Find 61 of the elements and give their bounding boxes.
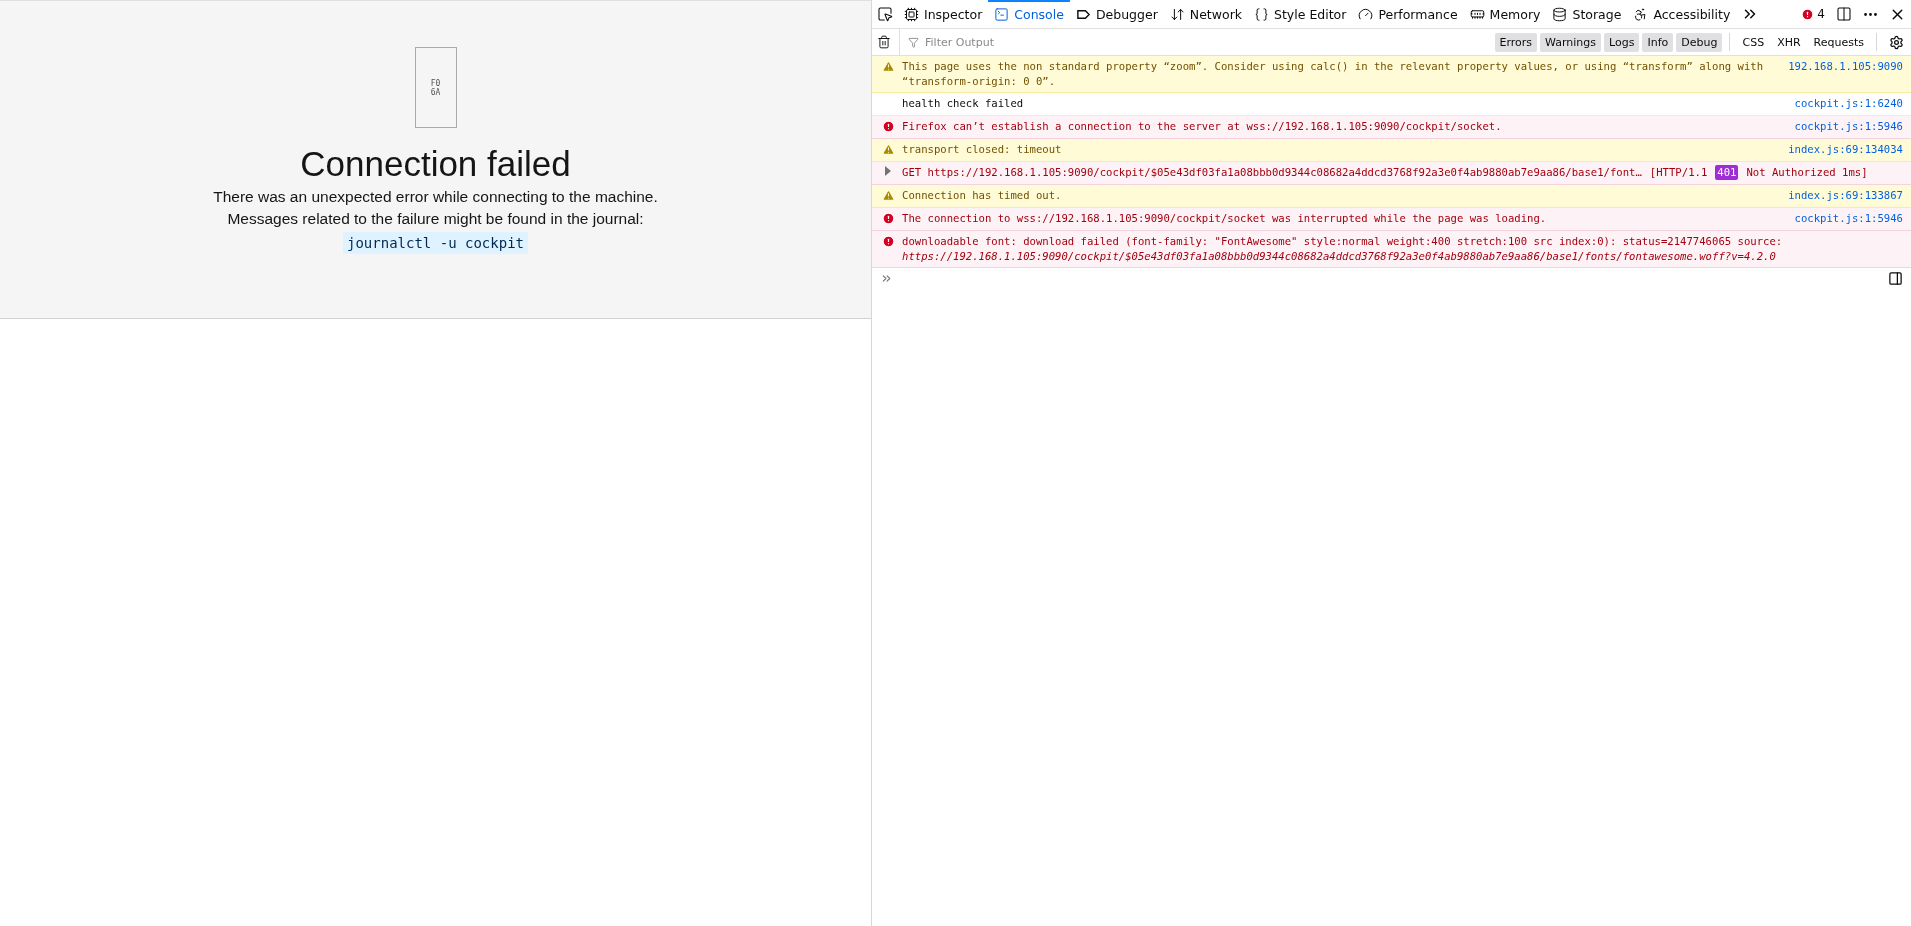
message-text: Firefox can’t establish a connection to the server at wss://192.168.1.105:9090/cockpit/socket. [902,119,1503,134]
message-text: health check failed [902,96,1025,111]
error-icon [881,212,895,225]
request-protocol: [HTTP/1.1 [1649,165,1708,180]
level-filter-button[interactable]: Debug [1676,32,1723,52]
warning-icon [881,143,895,156]
arrows-icon [1169,6,1185,22]
command-code: journalctl -u cockpit [343,232,528,254]
devtools-tab[interactable]: Memory [1463,0,1547,28]
braces-icon [1254,6,1269,22]
message-text: Connection has timed out. [902,188,1063,203]
error-icon [881,235,895,248]
type-filter-button[interactable]: Requests [1808,32,1869,52]
filter-icon [908,36,919,48]
source-link[interactable]: index.js:69:133867 [1788,188,1903,203]
source-link[interactable]: cockpit.js:1:5946 [1794,211,1903,226]
page-title: Connection failed [300,144,571,184]
glyph-code: 6A [430,87,441,97]
level-filter-button[interactable]: Errors [1494,32,1538,52]
sidebar-toggle-icon[interactable] [1888,271,1903,286]
level-filter-button[interactable]: Warnings [1540,32,1602,52]
message-text: downloadable font: download failed (font-family: "FontAwesome" style:normal weight:400 stretch:100 src index:0): status=2147746065 source: [902,234,1784,249]
filter-field[interactable]: Filter Output [923,34,1492,50]
source-link[interactable]: index.js:69:134034 [1788,142,1903,157]
devtools-tab[interactable]: Inspector [898,0,989,28]
message-text: transport closed: timeout [902,142,1063,157]
error-message: There was an unexpected error while connecting to the machine. [213,188,658,206]
error-icon [1801,7,1815,21]
level-filter-button[interactable]: Logs [1604,32,1640,52]
error-count-button[interactable]: 4 [1795,0,1831,28]
message-text: The connection to wss://192.168.1.105:9090/cockpit/socket was interrupted while the page was loading. [902,211,1548,226]
error-icon [881,120,895,133]
expand-triangle-icon[interactable] [884,166,892,176]
source-link[interactable]: cockpit.js:1:6240 [1794,96,1903,111]
prompt-icon [880,272,893,285]
type-filter-button[interactable]: XHR [1772,32,1806,52]
level-filter-button[interactable]: Info [1642,32,1674,52]
source-link[interactable]: cockpit.js:1:5946 [1794,119,1903,134]
message-text: This page uses the non standard property “zoom”. Consider using calc() in the relevant property values, or using “transform” along with “transform-origin: 0 0”. [902,59,1765,89]
status-text: Not Authorized 1ms] [1746,165,1868,180]
type-filter-button[interactable]: CSS [1737,32,1770,52]
devtools-tab[interactable]: Style Editor [1248,0,1353,28]
gauge-icon [1358,6,1374,22]
source-url: https://192.168.1.105:9090/cockpit/$05e43df03fa1a08bbb0d9344c08682a4ddcd3768f92a3e0f4ab9880ab7e9aa86/base1/fonts/fontawesome.woff?v=4.2.0 [902,249,1777,264]
source-link[interactable]: 192.168.1.105:9090 [1788,59,1903,74]
error-message: Messages related to the failure might be found in the journal: [227,210,644,228]
devtools-tab[interactable]: Debugger [1069,0,1164,28]
devtools-tab[interactable]: Accessibility [1627,0,1737,28]
terminal-icon [994,6,1010,22]
devtools-tab[interactable]: Network [1163,0,1248,28]
database-icon [1552,6,1568,22]
request-url: GET https://192.168.1.105:9090/cockpit/$05e43df03fa1a08bbb0d9344c08682a4ddcd3768f92a3e0f4ab9880ab7e9aa86/base1/font… [902,165,1642,180]
warning-icon [881,60,895,73]
accessibility-icon [1633,6,1649,22]
devtools-tab[interactable]: Console [988,0,1070,28]
devtools-tab[interactable]: Performance [1352,0,1464,28]
devtools-tab[interactable]: Storage [1546,0,1628,28]
status-badge: 401 [1715,165,1739,180]
warning-icon [881,189,895,202]
chip-icon [904,6,919,22]
glyph-code: F0 [430,78,441,88]
